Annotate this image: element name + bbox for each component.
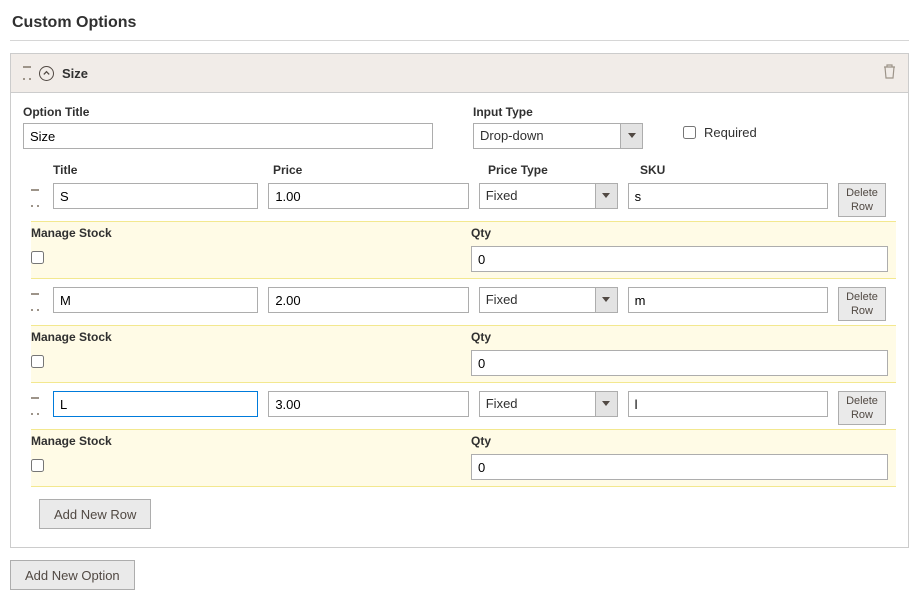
- value-sku-input[interactable]: [628, 391, 828, 417]
- manage-stock-checkbox[interactable]: [31, 355, 44, 368]
- chevron-down-icon: [595, 184, 617, 208]
- input-type-select[interactable]: Drop-down: [473, 123, 643, 149]
- option-panel: Size Option Title Input Type Drop-down: [10, 53, 909, 548]
- header-title: Title: [53, 163, 273, 177]
- qty-label: Qty: [471, 226, 888, 240]
- value-row: Fixed Delete Row Manage Stock Qty: [31, 181, 896, 279]
- price-type-select[interactable]: Fixed: [479, 287, 618, 313]
- value-price-input[interactable]: [268, 287, 468, 313]
- value-title-input[interactable]: [53, 391, 258, 417]
- input-type-value: Drop-down: [474, 124, 620, 148]
- header-sku: SKU: [640, 163, 855, 177]
- chevron-down-icon: [620, 124, 642, 148]
- qty-input[interactable]: [471, 350, 888, 376]
- drag-handle-icon[interactable]: [31, 189, 39, 207]
- chevron-down-icon: [595, 392, 617, 416]
- value-price-input[interactable]: [268, 183, 468, 209]
- section-title: Custom Options: [10, 10, 909, 41]
- header-price-type: Price Type: [488, 163, 640, 177]
- drag-handle-icon[interactable]: [31, 397, 39, 415]
- manage-stock-checkbox[interactable]: [31, 459, 44, 472]
- qty-label: Qty: [471, 330, 888, 344]
- value-row: Fixed Delete Row Manage Stock Qty: [31, 285, 896, 383]
- price-type-value: Fixed: [480, 288, 595, 312]
- stock-strip: Manage Stock Qty: [31, 221, 896, 279]
- value-price-input[interactable]: [268, 391, 468, 417]
- add-new-row-button[interactable]: Add New Row: [39, 499, 151, 529]
- delete-row-button[interactable]: Delete Row: [838, 183, 886, 217]
- drag-handle-icon[interactable]: [23, 66, 31, 80]
- qty-label: Qty: [471, 434, 888, 448]
- price-type-select[interactable]: Fixed: [479, 391, 618, 417]
- value-row: Fixed Delete Row Manage Stock Qty: [31, 389, 896, 487]
- qty-input[interactable]: [471, 246, 888, 272]
- manage-stock-label: Manage Stock: [31, 226, 471, 240]
- drag-handle-icon[interactable]: [31, 293, 39, 311]
- manage-stock-checkbox[interactable]: [31, 251, 44, 264]
- value-sku-input[interactable]: [628, 287, 828, 313]
- delete-row-button[interactable]: Delete Row: [838, 391, 886, 425]
- option-title-label: Option Title: [23, 105, 433, 119]
- value-title-input[interactable]: [53, 287, 258, 313]
- price-type-select[interactable]: Fixed: [479, 183, 618, 209]
- manage-stock-label: Manage Stock: [31, 330, 471, 344]
- stock-strip: Manage Stock Qty: [31, 429, 896, 487]
- chevron-down-icon: [595, 288, 617, 312]
- qty-input[interactable]: [471, 454, 888, 480]
- value-headers-row: Title Price Price Type SKU: [31, 159, 896, 181]
- add-new-option-button[interactable]: Add New Option: [10, 560, 135, 590]
- input-type-label: Input Type: [473, 105, 643, 119]
- option-name: Size: [62, 66, 883, 81]
- manage-stock-label: Manage Stock: [31, 434, 471, 448]
- delete-row-button[interactable]: Delete Row: [838, 287, 886, 321]
- stock-strip: Manage Stock Qty: [31, 325, 896, 383]
- price-type-value: Fixed: [480, 184, 595, 208]
- trash-icon[interactable]: [883, 64, 896, 82]
- required-checkbox-wrap[interactable]: Required: [683, 125, 757, 140]
- value-sku-input[interactable]: [628, 183, 828, 209]
- value-title-input[interactable]: [53, 183, 258, 209]
- collapse-icon[interactable]: [39, 66, 54, 81]
- header-price: Price: [273, 163, 488, 177]
- required-checkbox[interactable]: [683, 126, 696, 139]
- required-label: Required: [704, 125, 757, 140]
- price-type-value: Fixed: [480, 392, 595, 416]
- option-title-input[interactable]: [23, 123, 433, 149]
- option-header: Size: [11, 54, 908, 93]
